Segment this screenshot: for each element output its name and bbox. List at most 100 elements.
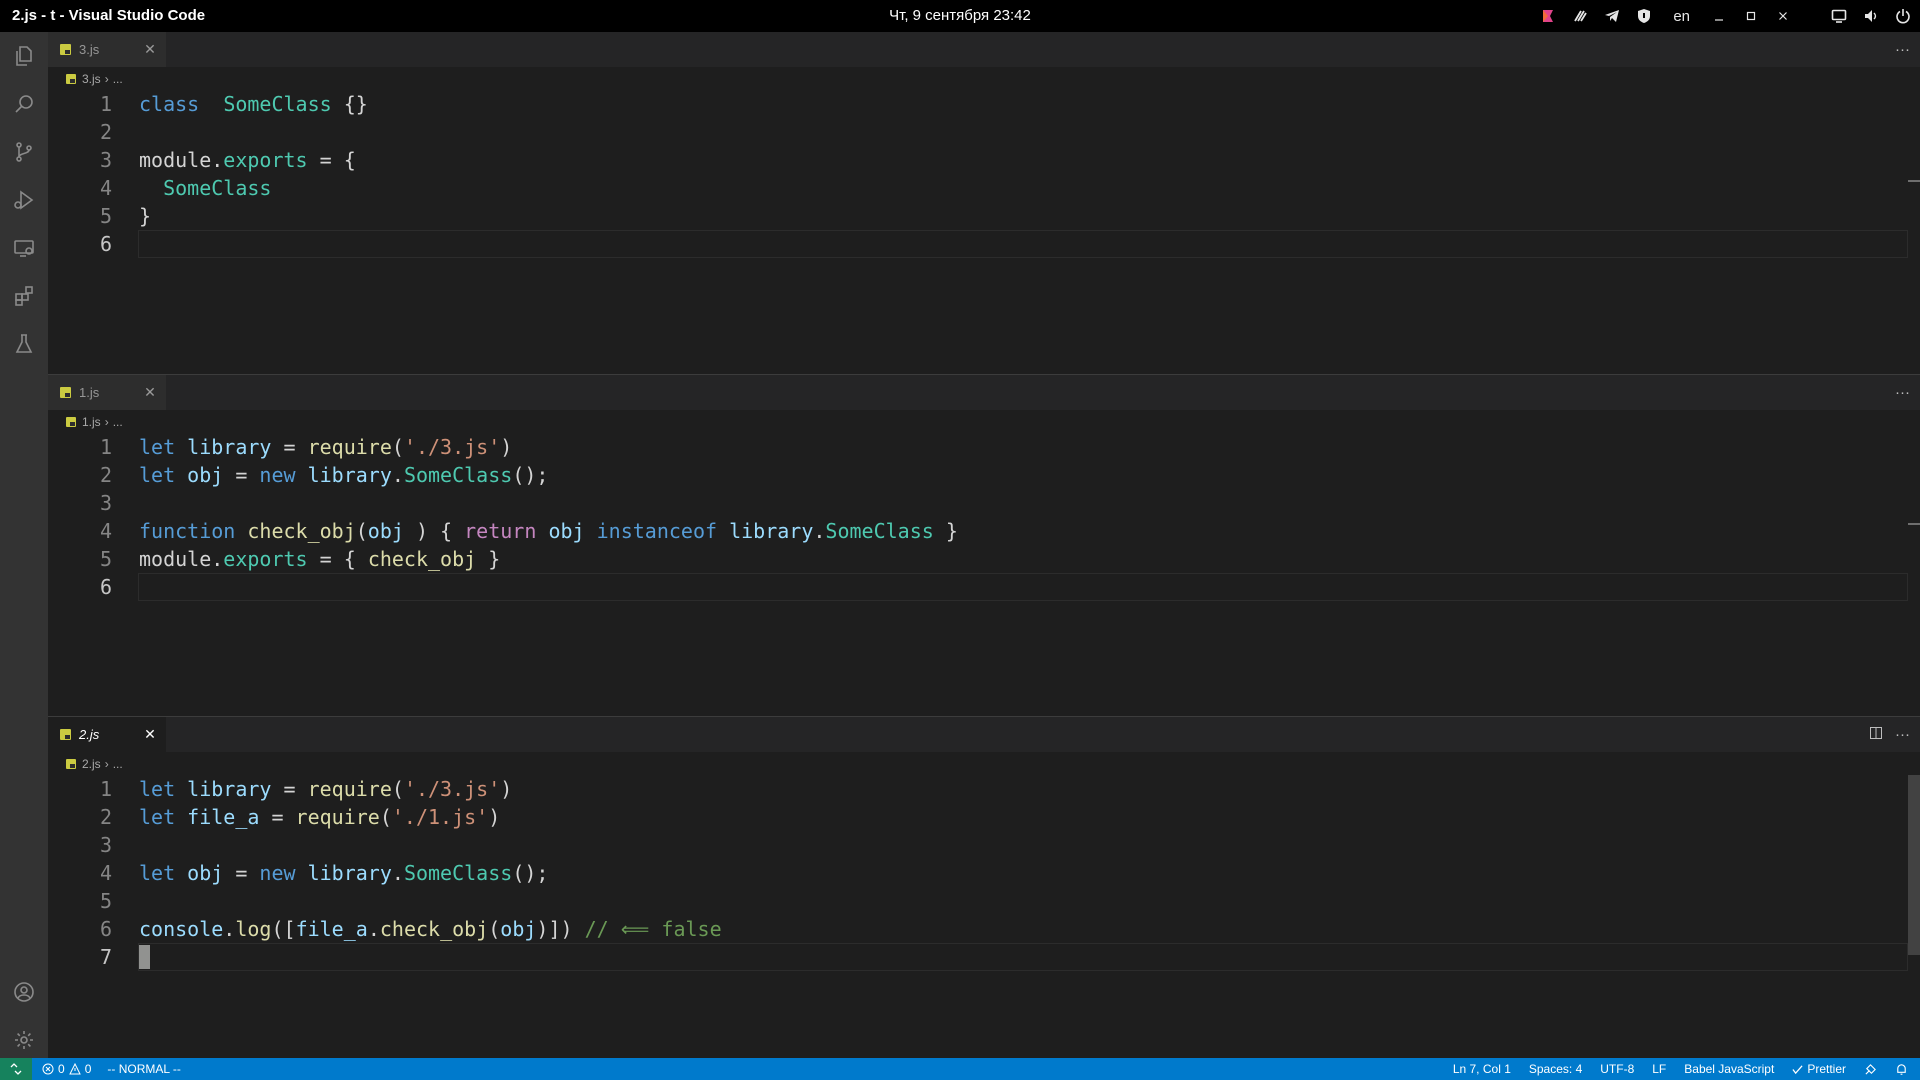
code-token: . <box>391 861 404 885</box>
system-tray: en <box>1539 5 1912 27</box>
line-text: let obj = new library.SomeClass(); <box>139 461 548 489</box>
code-line[interactable]: 4 let obj = new library.SomeClass(); <box>48 859 1920 887</box>
code-token: } <box>139 204 152 228</box>
problems-indicator[interactable]: 0 0 <box>42 1062 91 1076</box>
code-line[interactable]: 6 <box>48 230 1920 258</box>
remote-indicator[interactable] <box>0 1058 32 1080</box>
code-line[interactable]: 5 <box>48 887 1920 915</box>
code-editor[interactable]: 1 let library = require('./3.js') 2 let obj… <box>48 433 1920 601</box>
js-file-icon <box>60 729 71 740</box>
more-actions-icon[interactable]: ··· <box>1895 384 1910 401</box>
display-icon[interactable] <box>1830 7 1848 25</box>
code-line[interactable]: 2 let file_a = require('./1.js') <box>48 803 1920 831</box>
code-line[interactable]: 1 class SomeClass {} <box>48 90 1920 118</box>
code-line[interactable]: 4 SomeClass <box>48 174 1920 202</box>
more-actions-icon[interactable]: ··· <box>1895 41 1910 58</box>
search-icon[interactable] <box>0 80 48 128</box>
code-line[interactable]: 6 console.log([file_a.check_obj(obj)]) //… <box>48 915 1920 943</box>
code-line[interactable]: 1 let library = require('./3.js') <box>48 433 1920 461</box>
close-tab-icon[interactable]: ✕ <box>142 41 158 57</box>
encoding[interactable]: UTF-8 <box>1600 1062 1634 1076</box>
line-text: SomeClass <box>139 174 271 202</box>
run-debug-icon[interactable] <box>0 176 48 224</box>
breadcrumb-file[interactable]: 1.js <box>82 415 101 429</box>
cursor-position[interactable]: Ln 7, Col 1 <box>1453 1062 1511 1076</box>
code-token: SomeClass <box>403 861 513 885</box>
code-line[interactable]: 5 module.exports = { check_obj } <box>48 545 1920 573</box>
code-line[interactable]: 1 let library = require('./3.js') <box>48 775 1920 803</box>
more-actions-icon[interactable]: ··· <box>1895 726 1910 743</box>
minimize-icon[interactable] <box>1710 7 1728 25</box>
keyboard-layout[interactable]: en <box>1673 7 1690 25</box>
code-line[interactable]: 3 <box>48 831 1920 859</box>
code-token: ) <box>500 777 513 801</box>
code-token: obj <box>187 861 224 885</box>
line-number: 1 <box>99 777 112 801</box>
js-file-icon <box>60 44 71 55</box>
js-file-icon <box>66 759 76 769</box>
editor-group-3: 2.js ✕ ··· 2.js › ... 1 let library = req… <box>48 716 1920 1059</box>
tab-3js[interactable]: 3.js ✕ <box>48 32 166 67</box>
extensions-icon[interactable] <box>0 272 48 320</box>
power-icon[interactable] <box>1894 7 1912 25</box>
breadcrumb-file[interactable]: 2.js <box>82 757 101 771</box>
testing-icon[interactable] <box>0 320 48 368</box>
tab-2js[interactable]: 2.js ✕ <box>48 717 166 752</box>
notifications-icon[interactable] <box>1895 1063 1908 1076</box>
clock[interactable]: Чт, 9 сентября 23:42 <box>889 7 1031 24</box>
tab-1js[interactable]: 1.js ✕ <box>48 375 166 410</box>
volume-icon[interactable] <box>1862 7 1880 25</box>
code-line[interactable]: 3 <box>48 489 1920 517</box>
code-line[interactable]: 5} <box>48 202 1920 230</box>
feedback-icon[interactable] <box>1864 1063 1877 1076</box>
close-tab-icon[interactable]: ✕ <box>142 384 158 400</box>
indentation[interactable]: Spaces: 4 <box>1529 1062 1582 1076</box>
code-editor[interactable]: 1 let library = require('./3.js') 2 let fil… <box>48 775 1920 971</box>
telegram-icon[interactable] <box>1603 7 1621 25</box>
code-token: )]) <box>536 917 573 941</box>
code-token: require <box>295 805 380 829</box>
code-token: exports <box>223 547 308 571</box>
app-icon[interactable] <box>1539 7 1557 25</box>
code-token: // ⟸ false <box>584 917 722 941</box>
code-line[interactable]: 7 <box>48 943 1920 971</box>
breadcrumb-symbol[interactable]: ... <box>113 415 123 429</box>
brush-icon[interactable] <box>1571 7 1589 25</box>
code-line[interactable]: 2 <box>48 118 1920 146</box>
code-line[interactable]: 4 function check_obj(obj ) { return obj i… <box>48 517 1920 545</box>
prettier-status[interactable]: Prettier <box>1792 1062 1846 1076</box>
breadcrumb-symbol[interactable]: ... <box>113 757 123 771</box>
language-mode[interactable]: Babel JavaScript <box>1684 1062 1774 1076</box>
remote-explorer-icon[interactable] <box>0 224 48 272</box>
line-number: 4 <box>99 861 112 885</box>
explorer-icon[interactable] <box>0 32 48 80</box>
shield-icon[interactable] <box>1635 7 1653 25</box>
split-editor-icon[interactable] <box>1869 726 1883 744</box>
settings-gear-icon[interactable] <box>0 1016 48 1064</box>
code-editor[interactable]: 1 class SomeClass {} 2 3 module.exports = {4… <box>48 90 1920 258</box>
end-of-line[interactable]: LF <box>1652 1062 1666 1076</box>
vim-mode[interactable]: -- NORMAL -- <box>107 1062 181 1076</box>
maximize-icon[interactable] <box>1742 7 1760 25</box>
code-token: = { <box>307 148 356 172</box>
code-token: . <box>391 463 404 487</box>
code-line[interactable]: 6 <box>48 573 1920 601</box>
close-window-icon[interactable] <box>1774 7 1792 25</box>
code-token: ) <box>500 435 513 459</box>
accounts-icon[interactable] <box>0 968 48 1016</box>
code-line[interactable]: 3 module.exports = { <box>48 146 1920 174</box>
scrollbar-thumb[interactable] <box>1908 775 1920 955</box>
code-token: (); <box>512 861 549 885</box>
code-token: ) { <box>403 519 465 543</box>
line-text: module.exports = { check_obj } <box>139 545 500 573</box>
chevron-right-icon: › <box>104 72 109 86</box>
breadcrumb-file[interactable]: 3.js <box>82 72 101 86</box>
line-text: console.log([file_a.check_obj(obj)]) // … <box>139 915 722 943</box>
breadcrumb-symbol[interactable]: ... <box>113 72 123 86</box>
close-tab-icon[interactable]: ✕ <box>142 726 158 742</box>
tab-label: 3.js <box>79 42 100 57</box>
code-line[interactable]: 2 let obj = new library.SomeClass(); <box>48 461 1920 489</box>
source-control-icon[interactable] <box>0 128 48 176</box>
